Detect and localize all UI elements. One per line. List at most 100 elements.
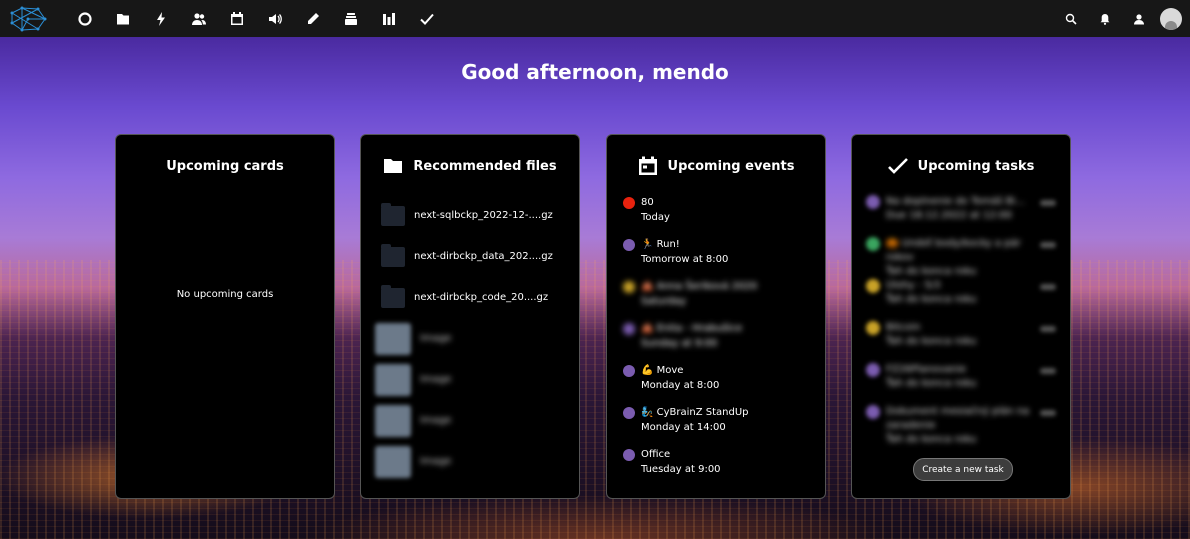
task-action-button[interactable] xyxy=(1040,326,1056,332)
task-action-button[interactable] xyxy=(1040,200,1056,206)
event-time: Saturday xyxy=(641,296,687,307)
contacts-menu-button[interactable] xyxy=(1122,0,1156,37)
file-item[interactable]: Image xyxy=(361,400,579,441)
tasks-list: Na doplnenie do Tomáš Bi... Due 18.12.202… xyxy=(852,195,1070,447)
task-action-button[interactable] xyxy=(1040,242,1056,248)
event-item[interactable]: 80 Today xyxy=(607,195,825,237)
task-list-color-dot xyxy=(866,321,880,335)
notifications-button[interactable] xyxy=(1088,0,1122,37)
event-title: 80 xyxy=(641,197,654,208)
tasks-app[interactable] xyxy=(408,0,446,37)
panel-header: Upcoming tasks xyxy=(852,155,1070,177)
task-item[interactable]: 🎃 Urobiť body/kocky a pár rokov Ťah do ko… xyxy=(852,237,1070,279)
task-item[interactable]: Dokument mesiačný plán na zaradenie Ťah d… xyxy=(852,405,1070,447)
calendar-color-dot xyxy=(623,281,635,293)
panel-title: Upcoming events xyxy=(667,158,795,174)
task-item[interactable]: Na doplnenie do Tomáš Bi... Due 18.12.202… xyxy=(852,195,1070,237)
task-title: Dokument mesiačný plán na zaradenie xyxy=(886,406,1030,431)
archive-file-icon xyxy=(381,202,405,226)
notes-app[interactable] xyxy=(294,0,332,37)
file-item[interactable]: Image xyxy=(361,318,579,359)
image-thumbnail xyxy=(375,322,411,355)
task-subtitle: Ťah do konca roku xyxy=(886,266,977,277)
task-action-button[interactable] xyxy=(1040,410,1056,416)
task-text: Na doplnenie do Tomáš Bi... Due 18.12.202… xyxy=(886,195,1040,237)
event-item[interactable]: 🏃 Run! Tomorrow at 8:00 xyxy=(607,237,825,279)
event-title: 🎪 Anna Šeriková 2020 xyxy=(641,281,758,292)
panel-header: Recommended files xyxy=(361,155,579,177)
calendar-color-dot xyxy=(623,323,635,335)
audio-icon xyxy=(269,13,282,24)
task-list-color-dot xyxy=(866,363,880,377)
event-text: 🎪 Enita - Hrabušice Sunday at 9:00 xyxy=(641,321,742,363)
greeting-title: Good afternoon, mendo xyxy=(461,60,729,84)
calendar-color-dot xyxy=(623,449,635,461)
dashboard-icon xyxy=(78,11,92,26)
search-icon xyxy=(1065,13,1077,25)
checkmark-icon xyxy=(887,158,908,174)
empty-state-text: No upcoming cards xyxy=(176,289,274,300)
event-text: 🏃 Run! Tomorrow at 8:00 xyxy=(641,237,728,279)
contacts-menu-icon xyxy=(1134,13,1144,24)
event-item[interactable]: 🎪 Enita - Hrabušice Sunday at 9:00 xyxy=(607,321,825,363)
task-action-button[interactable] xyxy=(1040,284,1056,290)
calendar-color-dot xyxy=(623,197,635,209)
image-thumbnail xyxy=(375,404,411,437)
calendar-color-dot xyxy=(623,239,635,251)
audio-app[interactable] xyxy=(256,0,294,37)
nextcloud-network-logo-icon[interactable] xyxy=(8,5,48,33)
panel-header: Upcoming cards xyxy=(116,155,334,177)
file-name: Image xyxy=(420,374,452,385)
deck-app[interactable] xyxy=(332,0,370,37)
activity-icon xyxy=(157,11,165,26)
files-app[interactable] xyxy=(104,0,142,37)
dashboard-app[interactable] xyxy=(66,0,104,37)
event-text: 💪 Move Monday at 8:00 xyxy=(641,363,719,405)
event-item[interactable]: 💪 Move Monday at 8:00 xyxy=(607,363,825,405)
task-title: Bitcoin xyxy=(886,322,921,333)
panel-title: Upcoming tasks xyxy=(917,158,1035,174)
upcoming-events-widget: Upcoming events 80 Today 🏃 Run! Tomorrow at… xyxy=(606,134,826,499)
search-button[interactable] xyxy=(1054,0,1088,37)
event-item[interactable]: 🧞 CyBrainZ StandUp Monday at 14:00 xyxy=(607,405,825,447)
file-item[interactable]: next-dirbckp_data_202....gz xyxy=(361,236,579,277)
task-subtitle: Due 18.12.2022 at 12:00 xyxy=(886,210,1012,221)
event-item[interactable]: Office Tuesday at 9:00 xyxy=(607,447,825,489)
event-text: 80 Today xyxy=(641,195,670,237)
archive-file-icon xyxy=(381,284,405,308)
file-name: next-sqlbckp_2022-12-....gz xyxy=(414,210,553,221)
contacts-app[interactable] xyxy=(180,0,218,37)
analytics-app[interactable] xyxy=(370,0,408,37)
task-subtitle: Ťah do konca roku xyxy=(886,434,977,445)
calendar-icon xyxy=(638,156,657,175)
task-title: 🎃 Urobiť body/kocky a pár rokov xyxy=(886,238,1021,263)
top-navigation-bar xyxy=(0,0,1190,37)
events-list: 80 Today 🏃 Run! Tomorrow at 8:00 🎪 Anna Šeri… xyxy=(607,195,825,489)
calendar-app[interactable] xyxy=(218,0,256,37)
file-item[interactable]: next-dirbckp_code_20....gz xyxy=(361,277,579,318)
file-item[interactable]: Image xyxy=(361,441,579,482)
create-task-button[interactable]: Create a new task xyxy=(913,458,1013,481)
event-time: Monday at 8:00 xyxy=(641,380,720,391)
tasks-icon xyxy=(420,13,434,25)
event-time: Monday at 14:00 xyxy=(641,422,726,433)
task-item[interactable]: FZ26Planovanie Ťah do konca roku xyxy=(852,363,1070,405)
task-item[interactable]: Bitcoin Ťah do konca roku xyxy=(852,321,1070,363)
task-text: Bitcoin Ťah do konca roku xyxy=(886,321,1040,363)
task-title: Na doplnenie do Tomáš Bi... xyxy=(886,196,1025,207)
event-text: 🧞 CyBrainZ StandUp Monday at 14:00 xyxy=(641,405,749,447)
recommended-files-widget: Recommended files next-sqlbckp_2022-12-.… xyxy=(360,134,580,499)
task-action-button[interactable] xyxy=(1040,368,1056,374)
event-title: 💪 Move xyxy=(641,365,684,376)
activity-app[interactable] xyxy=(142,0,180,37)
event-title: Office xyxy=(641,449,671,460)
files-icon xyxy=(117,13,129,24)
task-list-color-dot xyxy=(866,279,880,293)
event-item[interactable]: 🎪 Anna Šeriková 2020 Saturday xyxy=(607,279,825,321)
user-avatar[interactable] xyxy=(1160,7,1182,30)
file-item[interactable]: next-sqlbckp_2022-12-....gz xyxy=(361,195,579,236)
task-subtitle: Ťah do konca roku xyxy=(886,336,977,347)
task-item[interactable]: Úlohy - 5/3 Ťah do konca roku xyxy=(852,279,1070,321)
event-title: 🧞 CyBrainZ StandUp xyxy=(641,407,749,418)
file-item[interactable]: Image xyxy=(361,359,579,400)
